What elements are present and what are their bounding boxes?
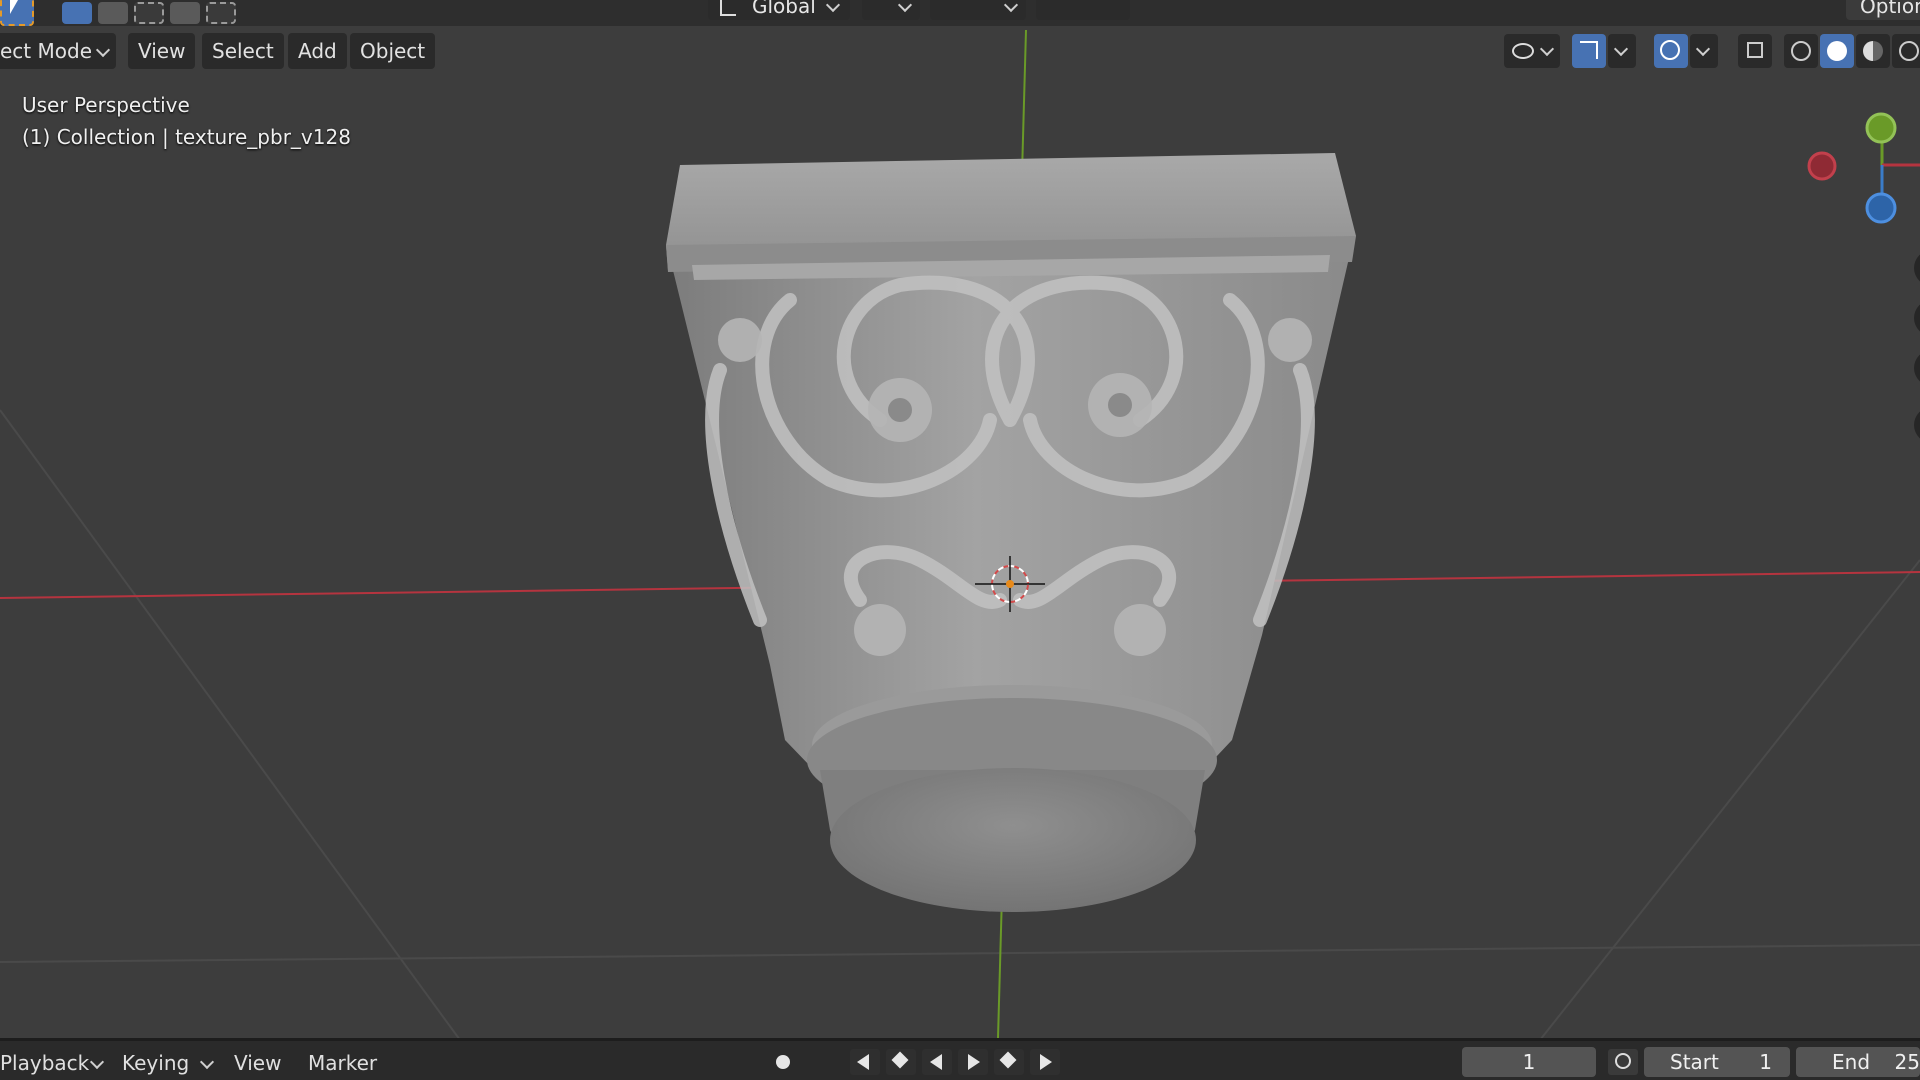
clock-icon-button[interactable] (1608, 1049, 1638, 1075)
playback-menu[interactable]: Playback (0, 1051, 105, 1075)
chevron-down-icon (1003, 0, 1019, 13)
shading-material[interactable] (1856, 34, 1890, 68)
orientation-axes-icon (720, 0, 736, 16)
select-box-mode-new[interactable] (62, 2, 92, 24)
overlay-circles-icon (1660, 40, 1680, 60)
timeline-view-menu[interactable]: View (234, 1051, 281, 1075)
start-label: Start (1670, 1050, 1719, 1074)
snap-dropdown[interactable] (930, 0, 1026, 20)
xray-toggle[interactable] (1738, 34, 1772, 68)
wireframe-sphere-icon (1791, 41, 1811, 61)
stopwatch-icon (1615, 1053, 1631, 1069)
play-button[interactable] (958, 1049, 988, 1075)
overlays-toggle[interactable] (1654, 34, 1688, 68)
start-frame-field[interactable]: Start 1 (1644, 1047, 1790, 1077)
play-reverse-button[interactable] (922, 1049, 952, 1075)
keying-label: Keying (122, 1051, 190, 1075)
mode-label: ect Mode (0, 39, 92, 63)
transform-orientation-label: Global (752, 0, 816, 18)
solid-sphere-icon (1827, 41, 1847, 61)
skip-end-icon (1040, 1054, 1052, 1070)
chevron-down-icon (1695, 41, 1711, 57)
play-icon (968, 1054, 980, 1070)
select-box-mode-extend[interactable] (98, 2, 128, 24)
chevron-down-icon (825, 0, 841, 13)
end-value: 25 (1894, 1050, 1920, 1074)
jump-keyframe-forward-button[interactable] (994, 1049, 1024, 1075)
chevron-down-icon (1539, 41, 1555, 57)
viewport-canvas[interactable] (0, 0, 1920, 1080)
shading-solid[interactable] (1820, 34, 1854, 68)
play-reverse-icon (930, 1054, 942, 1070)
menu-select[interactable]: Select (202, 33, 284, 69)
jump-start-button[interactable] (850, 1049, 880, 1075)
end-label: End (1832, 1050, 1871, 1074)
chevron-down-icon (89, 1054, 105, 1070)
auto-keying-toggle[interactable] (768, 1049, 798, 1075)
visibility-dropdown[interactable] (1504, 34, 1560, 68)
select-box-mode-subtract[interactable] (134, 2, 164, 24)
chevron-down-icon (1613, 41, 1629, 57)
capital-model[interactable] (666, 153, 1356, 912)
gizmo-dropdown[interactable] (1608, 34, 1636, 68)
select-tool-button[interactable] (0, 0, 34, 26)
top-tool-strip: Global Option (0, 0, 1920, 26)
chevron-down-icon (199, 1054, 215, 1070)
gizmo-toggle[interactable] (1572, 34, 1606, 68)
menu-add[interactable]: Add (288, 33, 347, 69)
eye-icon (1512, 43, 1534, 59)
playback-label: Playback (0, 1051, 90, 1075)
cursor-arrow-icon (10, 0, 18, 14)
viewport-perspective-label: User Perspective (22, 93, 190, 117)
record-dot-icon (776, 1055, 790, 1069)
keying-menu[interactable]: Keying (122, 1051, 215, 1075)
chevron-down-icon (897, 0, 913, 13)
current-frame-field[interactable]: 1 (1462, 1047, 1596, 1077)
keyframe-next-icon (999, 1051, 1017, 1069)
select-box-mode-intersect[interactable] (206, 2, 236, 24)
pivot-point-dropdown[interactable] (862, 0, 920, 20)
gizmo-y-circle (1865, 112, 1897, 144)
options-dropdown[interactable]: Option (1846, 0, 1920, 20)
viewport-collection-label: (1) Collection | texture_pbr_v128 (22, 125, 351, 149)
gizmo-arrow-icon (1580, 41, 1598, 59)
keyframe-prev-icon (891, 1051, 909, 1069)
view-nav-buttons[interactable] (1914, 250, 1920, 443)
object-mode-dropdown[interactable]: ect Mode (0, 33, 116, 69)
material-sphere-icon (1863, 41, 1883, 61)
options-label: Option (1860, 0, 1920, 18)
shading-wireframe[interactable] (1784, 34, 1818, 68)
xray-icon (1747, 42, 1763, 58)
transform-orientation-dropdown[interactable]: Global (708, 0, 850, 20)
start-value: 1 (1759, 1050, 1772, 1074)
timeline-bar: Playback Keying View Marker 1 Start 1 En… (0, 1038, 1920, 1080)
proportional-edit-dropdown[interactable] (1036, 0, 1130, 20)
navigation-gizmo[interactable] (1807, 112, 1920, 224)
jump-end-button[interactable] (1030, 1049, 1060, 1075)
marker-menu[interactable]: Marker (308, 1051, 377, 1075)
chevron-down-icon (95, 42, 111, 58)
skip-start-icon (857, 1054, 869, 1070)
rendered-sphere-icon (1899, 41, 1919, 61)
overlays-dropdown[interactable] (1690, 34, 1718, 68)
menu-object[interactable]: Object (350, 33, 436, 69)
menu-view[interactable]: View (128, 33, 196, 69)
viewport-header: ect Mode View Select Add Object (0, 32, 1920, 70)
end-frame-field[interactable]: End 25 (1796, 1047, 1920, 1077)
gizmo-z-circle (1865, 192, 1897, 224)
shading-rendered[interactable] (1892, 34, 1920, 68)
select-box-mode-invert[interactable] (170, 2, 200, 24)
current-frame-value: 1 (1522, 1050, 1536, 1074)
gizmo-neg-x-circle (1807, 151, 1837, 181)
jump-keyframe-back-button[interactable] (886, 1049, 916, 1075)
